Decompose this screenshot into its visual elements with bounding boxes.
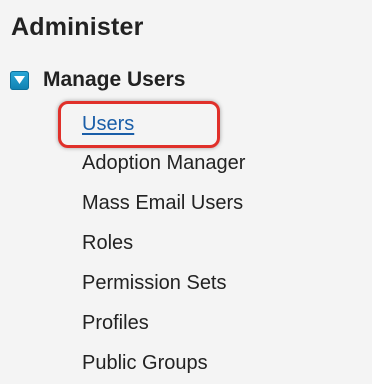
sidebar-item-adoption-manager[interactable]: Adoption Manager bbox=[82, 150, 245, 176]
sidebar-item-public-groups[interactable]: Public Groups bbox=[82, 350, 208, 376]
section-title: Administer bbox=[11, 13, 144, 41]
manage-users-group-header[interactable]: Manage Users bbox=[10, 64, 185, 96]
admin-sidebar: Administer Manage Users Users Adoption M… bbox=[0, 0, 372, 384]
sidebar-item-mass-email-users[interactable]: Mass Email Users bbox=[82, 190, 243, 216]
sidebar-item-users[interactable]: Users bbox=[82, 111, 134, 137]
group-label: Manage Users bbox=[43, 68, 186, 91]
sidebar-item-roles[interactable]: Roles bbox=[82, 230, 133, 256]
collapse-triangle-icon[interactable] bbox=[10, 70, 29, 90]
sidebar-item-permission-sets[interactable]: Permission Sets bbox=[82, 270, 227, 296]
sidebar-item-profiles[interactable]: Profiles bbox=[82, 310, 149, 336]
